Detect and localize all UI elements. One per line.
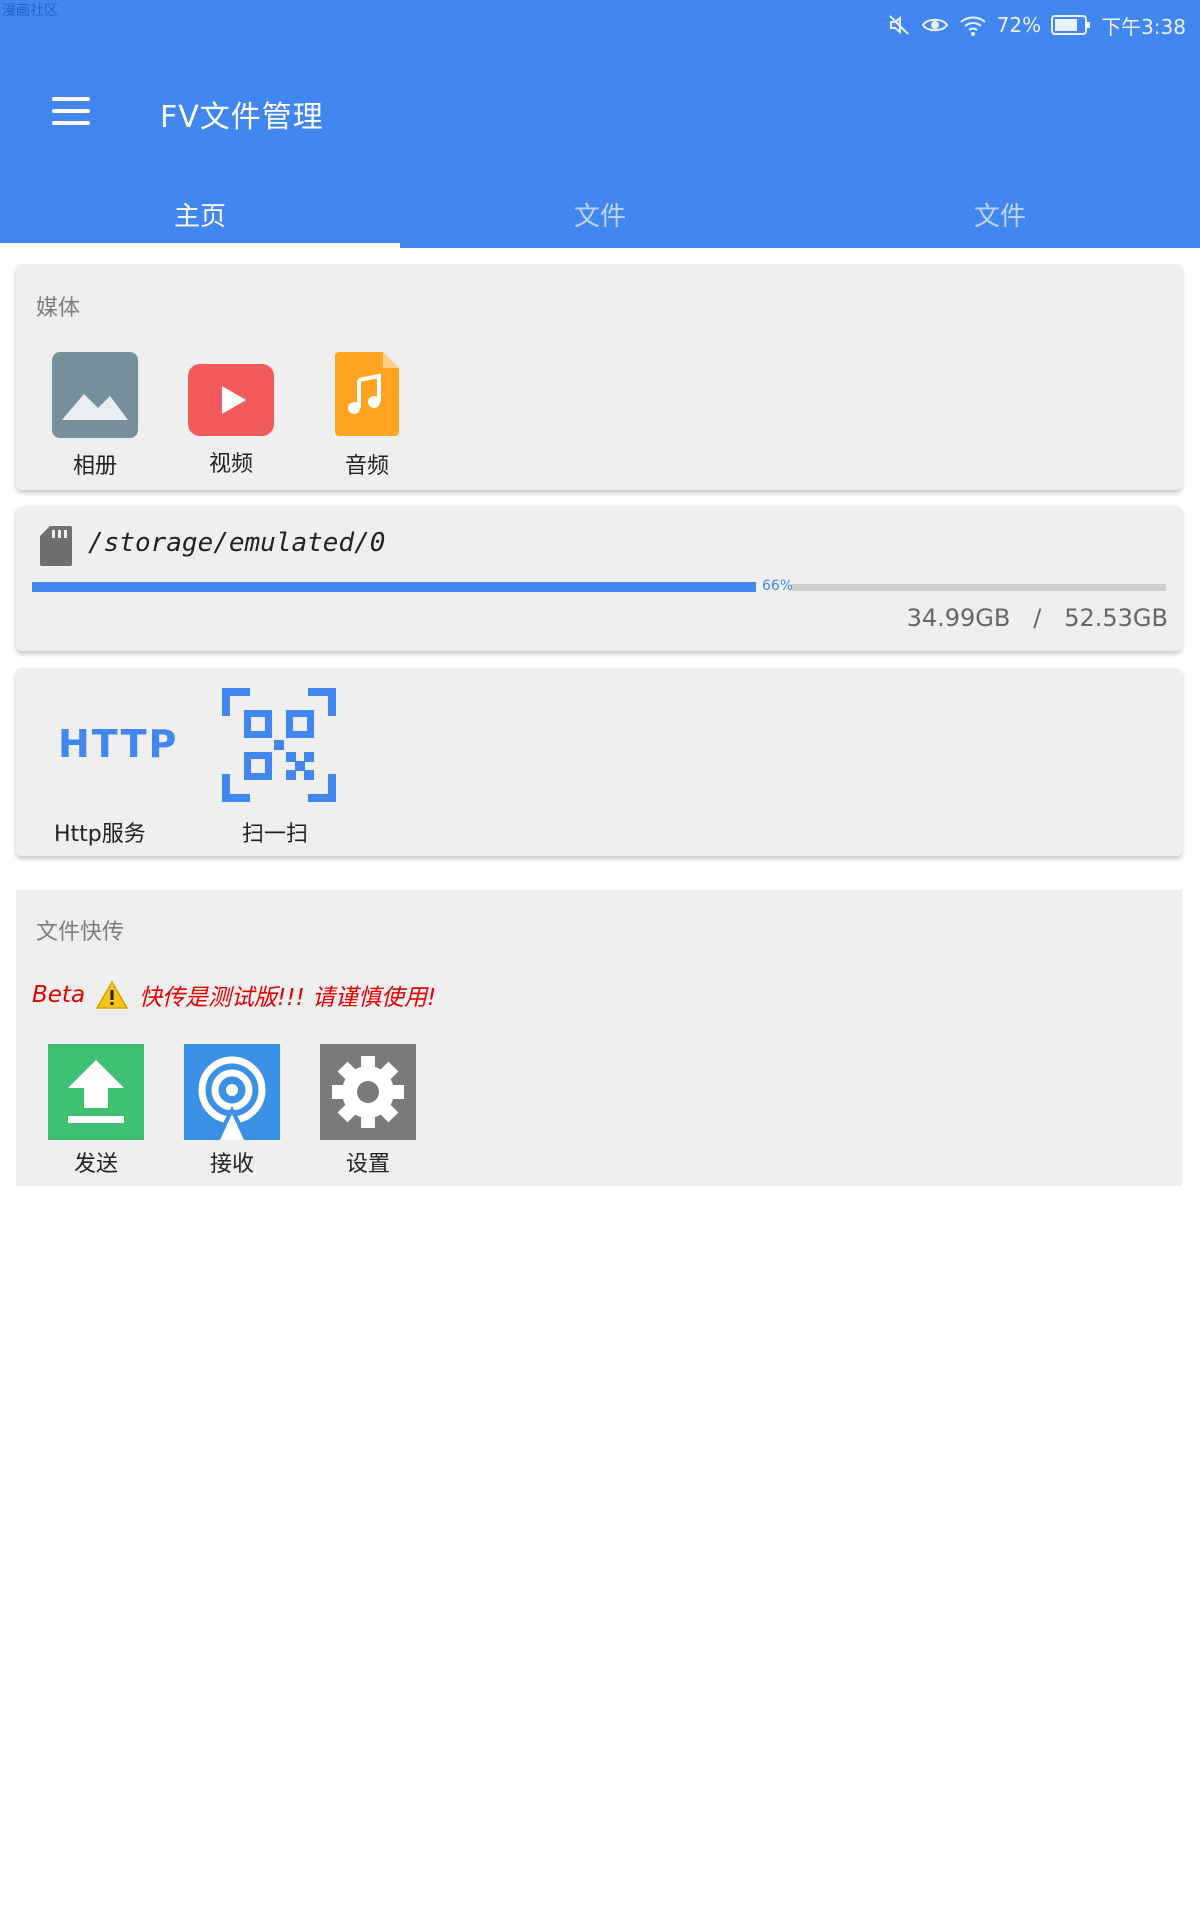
media-section-title: 媒体 [36,296,81,321]
battery-percent: 72% [996,13,1042,37]
media-card: 媒体 相册 视频 音频 [16,264,1182,490]
send-label: 发送 [73,1152,118,1177]
storage-path: /storage/emulated/0 [88,528,386,558]
gallery-label: 相册 [72,454,117,479]
gallery-icon [52,352,138,438]
mute-icon [888,15,909,35]
wifi-icon [959,16,986,36]
qr-scan-icon [222,688,336,802]
receive-signal-icon [184,1044,280,1140]
send-button[interactable]: 发送 [48,1044,144,1178]
video-label: 视频 [208,452,253,477]
scan-label: 扫一扫 [242,822,309,847]
eye-icon [921,18,948,32]
audio-label: 音频 [344,454,389,479]
storage-percent: 66% [762,578,794,594]
transfer-section-title: 文件快传 [36,920,125,945]
status-bar: 72% 下午3:38 [887,10,1186,40]
sd-card-icon [40,526,72,566]
receive-button[interactable]: 接收 [184,1044,280,1178]
tab-files[interactable]: 文件 [400,180,800,248]
gallery-button[interactable]: 相册 [40,352,150,480]
storage-used: 34.99GB [906,604,1011,632]
hamburger-icon[interactable] [52,97,92,127]
tab-home[interactable]: 主页 [0,180,400,248]
top-corner-label: 漫画社区 [2,3,58,19]
music-file-icon [335,352,399,438]
warning-icon [95,980,129,1009]
video-play-icon [188,364,274,436]
beta-text: 快传是测试版!!! 请谨慎使用! [139,985,437,1011]
http-icon: HTTP [58,722,179,766]
upload-icon [48,1044,144,1140]
video-button[interactable]: 视频 [176,352,286,478]
gear-icon [320,1044,416,1140]
beta-warning: Beta 快传是测试版!!! 请谨慎使用! [32,978,436,1012]
tab-bar: 主页 文件 文件 [0,180,1200,248]
battery-icon [1051,15,1091,35]
http-service-label: Http服务 [54,822,146,847]
clock: 下午3:38 [1101,14,1186,39]
storage-total: 52.53GB [1064,604,1168,632]
storage-separator: / [1033,604,1042,632]
app-title: FV文件管理 [160,100,324,135]
file-transfer-panel: 文件快传 Beta 快传是测试版!!! 请谨慎使用! 发送 接收 设置 [16,890,1182,1186]
beta-prefix: Beta [32,982,86,1008]
storage-free-bar [792,584,1166,591]
transfer-settings-label: 设置 [345,1152,390,1177]
receive-label: 接收 [209,1152,254,1177]
audio-button[interactable]: 音频 [312,352,422,480]
tab-files-2[interactable]: 文件 [800,180,1200,248]
tools-card: HTTP Http服务 扫一扫 [16,668,1182,856]
app-bar: 漫画社区 72% 下午3:38 FV文件管理 主页 文件 文件 [0,0,1200,248]
transfer-settings-button[interactable]: 设置 [320,1044,416,1178]
storage-used-bar [32,582,756,592]
storage-card[interactable]: /storage/emulated/0 66% 34.99GB / 52.53G… [16,506,1182,651]
storage-size: 34.99GB / 52.53GB [907,604,1168,632]
